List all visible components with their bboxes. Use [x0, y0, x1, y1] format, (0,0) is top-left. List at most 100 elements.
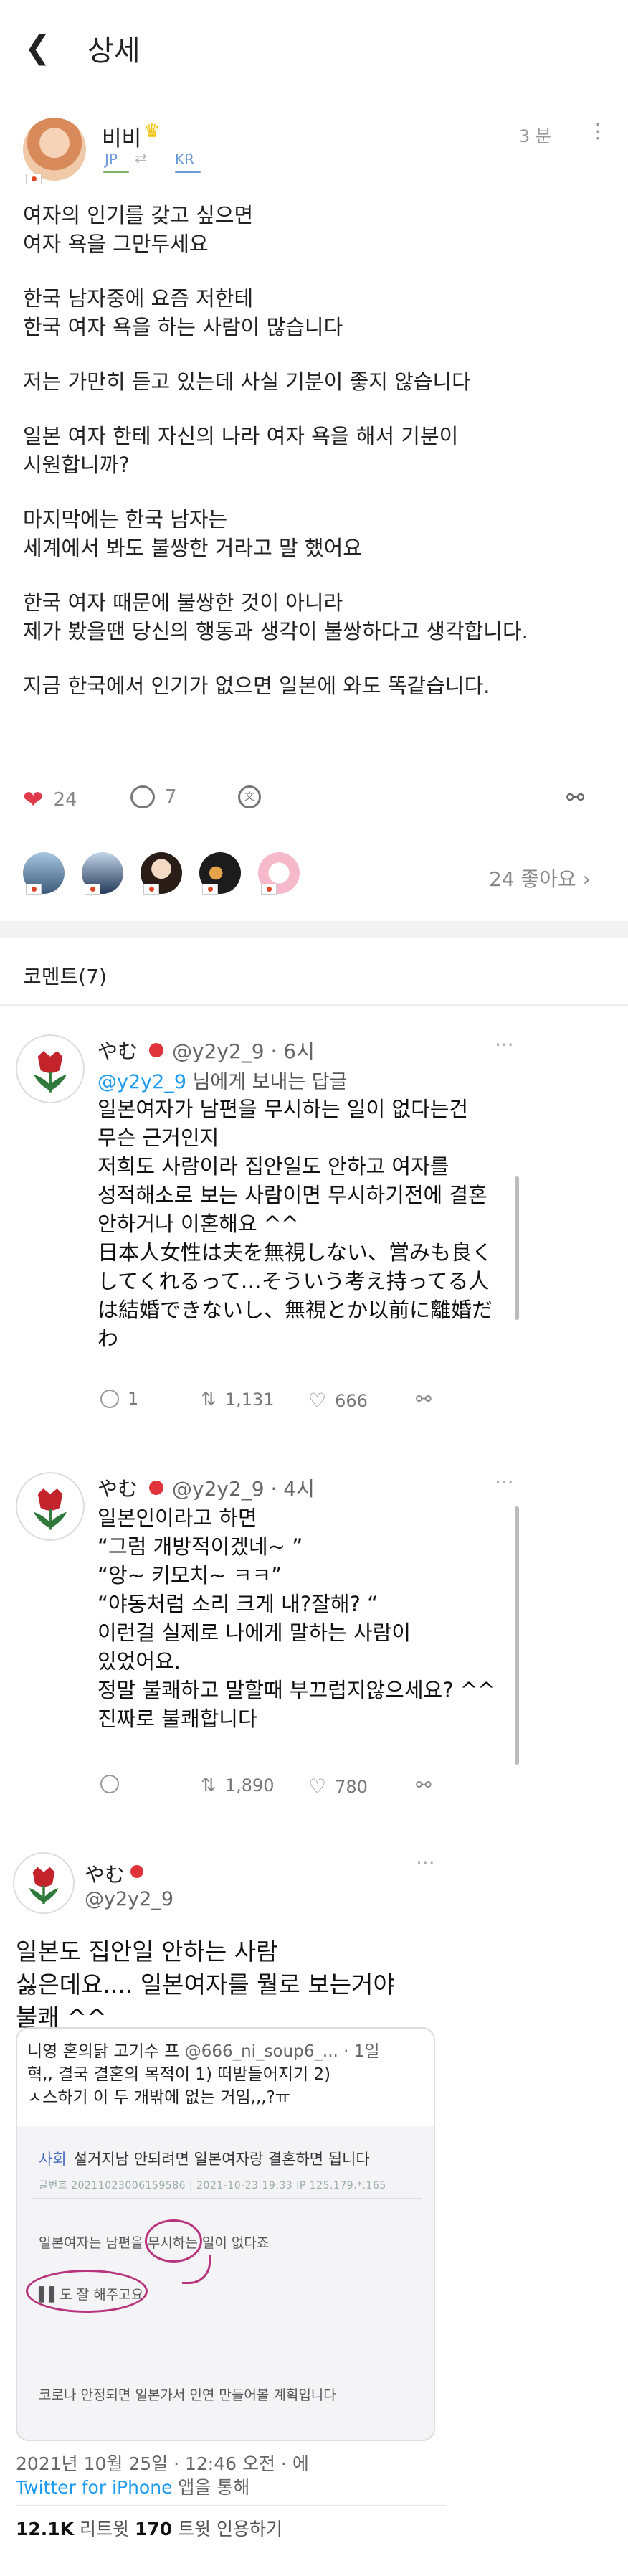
like-button[interactable]: ♡ 666 — [308, 1389, 368, 1412]
board-post-line: 코로나 안정되면 일본가서 인연 만들어볼 계획입니다 — [39, 2387, 336, 2403]
tweet-handle[interactable]: @y2y2_9 — [85, 1888, 173, 1910]
tulip-icon — [34, 1051, 67, 1093]
tweet-author-name[interactable]: やむ — [97, 1036, 138, 1065]
more-icon[interactable]: ··· — [495, 1033, 514, 1057]
tweet-card: やむ @y2y2_9 · 6시 ··· @y2y2_9 님에게 보내는 답글 일… — [0, 1026, 531, 1442]
crown-icon: ♛ — [143, 121, 161, 142]
handdrawn-circle — [26, 2270, 148, 2313]
reply-handle-link[interactable]: @y2y2_9 — [97, 1071, 186, 1093]
scrollbar[interactable] — [515, 1176, 519, 1320]
more-icon[interactable]: ··· — [495, 1471, 514, 1494]
board-post-meta: 글번호 20211023006159586 | 2021-10-23 19:33… — [39, 2180, 386, 2192]
more-vertical-icon[interactable]: ⋮ — [588, 119, 608, 143]
back-chevron-icon[interactable]: ❮ — [24, 30, 53, 66]
heart-outline-icon: ♡ — [308, 1775, 327, 1798]
tweet-source: Twitter for iPhone 앱을 통해 — [16, 2477, 250, 2498]
tweet-stats: ⇅ 1,890 ♡ 780 ⚯ — [100, 1775, 502, 1803]
comments-header: 코멘트(7) — [23, 965, 107, 989]
lang-from-underline — [103, 171, 129, 173]
paragraph: 한국 남자중에 요즘 저한테 한국 여자 욕을 하는 사람이 많습니다 — [23, 286, 343, 339]
source-link[interactable]: Twitter for iPhone — [16, 2477, 172, 2498]
tweet-author-name[interactable]: やむ — [85, 1859, 125, 1888]
japan-flag-icon — [26, 174, 42, 184]
share-button[interactable]: ⚯ — [416, 1389, 432, 1410]
paragraph: 한국 여자 때문에 불쌍한 것이 아니라 제가 봤을땐 당신의 행동과 생각이 불… — [23, 590, 528, 643]
retweet-button[interactable]: ⇅ 1,131 — [201, 1389, 275, 1410]
translate-icon: 文 — [238, 785, 261, 808]
reply-icon — [100, 1390, 119, 1408]
like-button[interactable]: ❤ 24 — [23, 785, 77, 814]
tulip-avatar[interactable] — [16, 1034, 85, 1103]
quote-header: 니영 혼의닭 고기수 프 @666_ni_soup6_... · 1일 — [27, 2037, 380, 2062]
more-icon[interactable]: ··· — [416, 1851, 435, 1874]
tweet-date: 2021년 10월 25일 · 12:46 오전 · 에 — [16, 2453, 309, 2474]
tweet-text: 일본도 집안일 안하는 사람 싫은데요.... 일본여자를 뭘로 보는거야 불쾌… — [16, 1938, 395, 2032]
exchange-arrows-icon: ⇄ — [135, 149, 147, 166]
quote-count[interactable]: 170 — [135, 2519, 172, 2539]
quoted-tweet-screenshot: やむ @y2y2_9 ··· 일본도 집안일 안하는 사람 싫은데요.... 일… — [0, 1844, 628, 2561]
japan-flag-icon — [85, 884, 100, 895]
quote-image: 사회 설거지남 안되려면 일본여자랑 결혼하면 됩니다 글번호 202110230… — [17, 2126, 434, 2440]
avatar[interactable] — [23, 118, 86, 181]
post-time: 3 분 — [519, 126, 551, 146]
reply-button[interactable]: 1 — [100, 1389, 138, 1409]
comment-button[interactable]: 7 — [130, 785, 177, 808]
heart-icon: ❤ — [23, 785, 44, 814]
username[interactable]: 비비 — [102, 121, 141, 152]
post-actions: ❤ 24 7 文 ⚯ — [23, 785, 611, 821]
tweet-card: やむ @y2y2_9 · 4시 ··· 일본인이라고 하면 “그럼 개방적이겠네… — [0, 1463, 531, 1822]
board-post-title: 사회 설거지남 안되려면 일본여자랑 결혼하면 됩니다 — [39, 2151, 370, 2168]
japan-flag-icon — [149, 1481, 163, 1495]
retweet-icon: ⇅ — [201, 1389, 217, 1410]
quote-time: · 1일 — [343, 2042, 380, 2061]
paragraph: 일본 여자 한테 자신의 나라 여자 욕을 해서 기분이 시원합니까? — [23, 424, 459, 477]
like-button[interactable]: ♡ 780 — [308, 1775, 368, 1798]
tweet-author-name[interactable]: やむ — [97, 1473, 138, 1502]
post-body: 여자의 인기를 갖고 싶으면 여자 욕을 그만두세요 한국 남자중에 요즘 저한테… — [23, 201, 611, 726]
section-divider — [0, 921, 628, 938]
retweet-button[interactable]: ⇅ 1,890 — [201, 1775, 275, 1796]
tweet-handle[interactable]: @y2y2_9 · 4시 — [172, 1473, 315, 1502]
translate-button[interactable]: 文 — [238, 785, 261, 808]
share-icon: ⚯ — [416, 1775, 432, 1796]
heart-outline-icon: ♡ — [308, 1389, 327, 1412]
likes-summary-link[interactable]: 24 좋아요 › — [489, 864, 591, 892]
reply-to: @y2y2_9 님에게 보내는 답글 — [97, 1071, 348, 1093]
reply-button[interactable] — [100, 1775, 119, 1793]
tweet-text: 일본인이라고 하면 “그럼 개방적이겠네~ ” “앙~ 키모치~ ㅋㅋ” “야동… — [97, 1506, 495, 1731]
quote-handle: @666_ni_soup6_... — [184, 2042, 338, 2061]
retweet-count[interactable]: 12.1K — [16, 2519, 74, 2539]
tulip-avatar[interactable] — [16, 1472, 85, 1541]
divider — [32, 2198, 422, 2199]
comment-count: 7 — [165, 786, 177, 808]
japan-flag-icon — [149, 1043, 163, 1057]
tweet-handle[interactable]: @y2y2_9 · 6시 — [172, 1036, 315, 1065]
reply-icon — [100, 1775, 119, 1793]
tweet-stats: 1 ⇅ 1,131 ♡ 666 ⚯ — [100, 1389, 502, 1417]
tweet-engagement: 12.1K 리트윗 170 트윗 인용하기 — [16, 2519, 283, 2539]
lang-to-underline — [175, 171, 201, 173]
share-button[interactable]: ⚯ — [416, 1775, 432, 1796]
japan-flag-icon — [261, 884, 277, 895]
quote-card[interactable]: 니영 혼의닭 고기수 프 @666_ni_soup6_... · 1일 혁,, … — [16, 2027, 435, 2441]
quote-text: 혁,, 결국 결혼의 목적이 1) 떠받들어지기 2) ㅅ스하기 이 두 개밖에… — [27, 2065, 331, 2107]
scrollbar[interactable] — [515, 1506, 519, 1765]
divider — [0, 1004, 628, 1006]
japan-flag-icon — [130, 1865, 143, 1878]
paragraph: 저는 가만히 듣고 있는데 사실 기분이 좋지 않습니다 — [23, 369, 471, 394]
paragraph: 지금 한국에서 인기가 없으면 일본에 와도 똑같습니다. — [23, 674, 490, 698]
tulip-avatar[interactable] — [13, 1852, 75, 1914]
paragraph: 여자의 인기를 갖고 싶으면 여자 욕을 그만두세요 — [23, 203, 254, 256]
divider — [16, 2505, 446, 2506]
comment-bubble-icon — [130, 785, 155, 808]
page-title: 상세 — [87, 34, 141, 67]
japan-flag-icon — [26, 884, 42, 895]
like-count: 24 — [53, 789, 77, 811]
share-icon: ⚯ — [416, 1389, 432, 1410]
tulip-icon — [34, 1488, 67, 1530]
lang-to: KR — [175, 151, 195, 168]
japan-flag-icon — [202, 884, 218, 895]
share-icon[interactable]: ⚯ — [566, 785, 584, 811]
likers-row: 24 좋아요 › — [23, 852, 611, 902]
japan-flag-icon — [143, 884, 159, 895]
